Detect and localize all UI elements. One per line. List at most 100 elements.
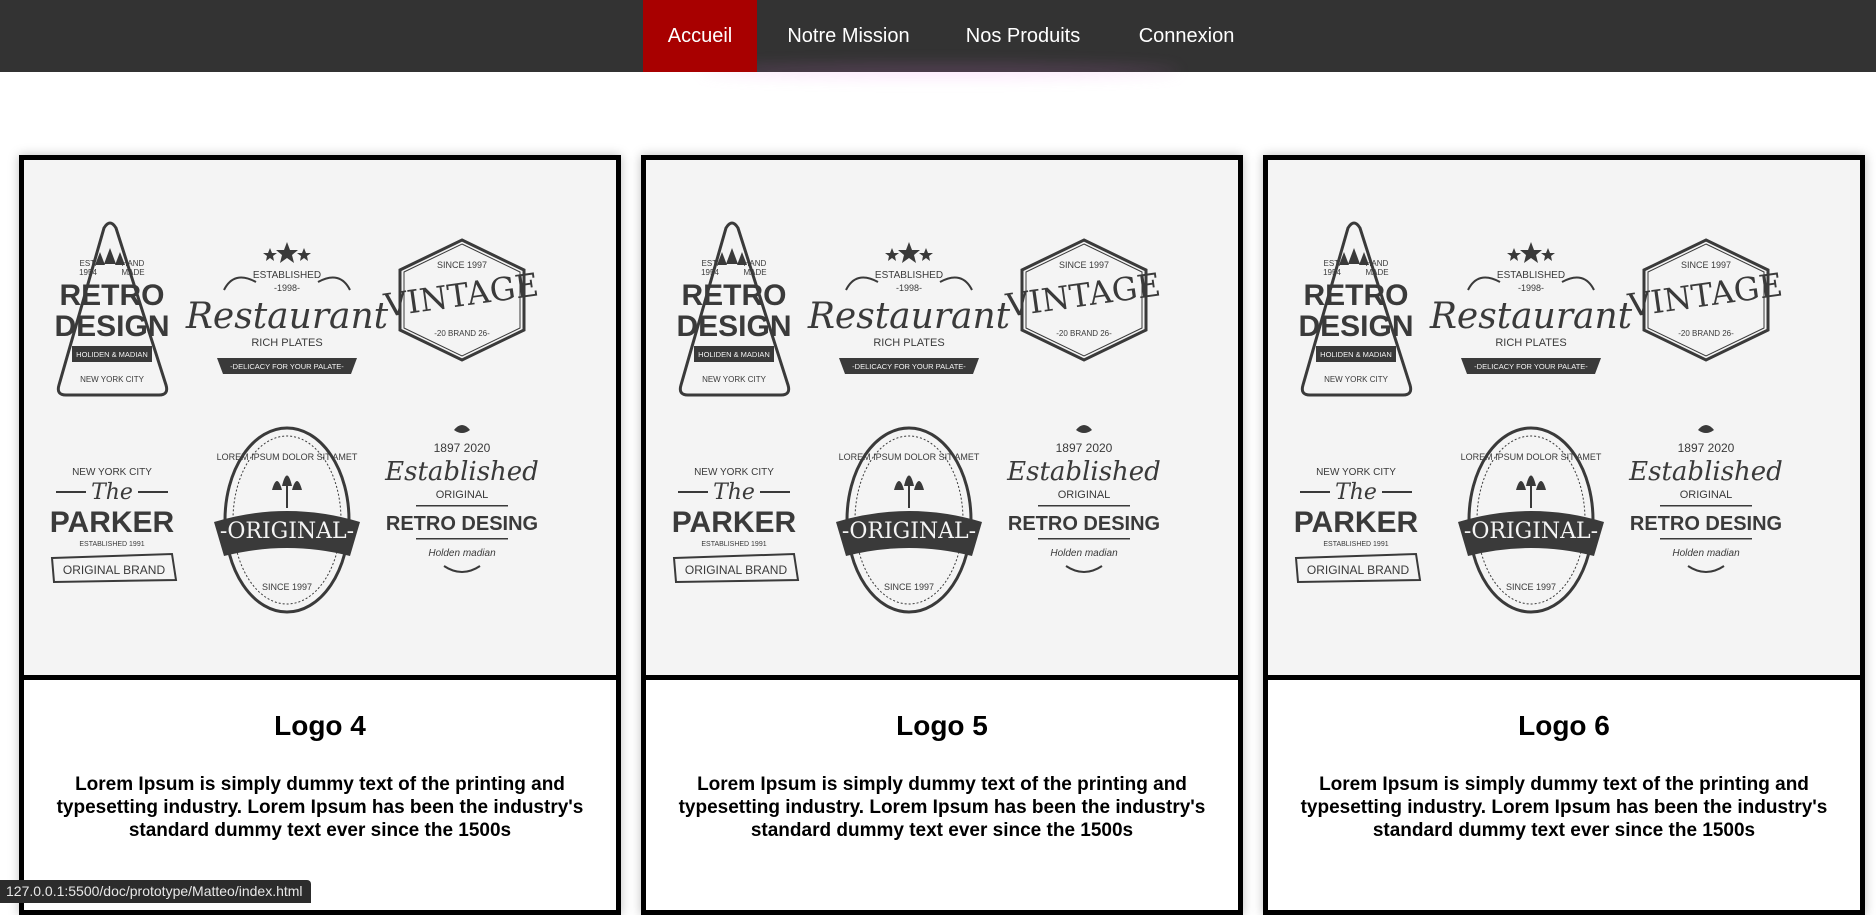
retro-line1: RETRO [1304, 279, 1409, 312]
restaurant-sub: RICH PLATES [873, 337, 944, 349]
product-card[interactable]: EST. 1954 HAND MADE RETRO DESIGN HOLIDEN… [641, 155, 1243, 915]
established-footer: Holden madian [1050, 548, 1118, 559]
restaurant-name: Restaurant [185, 296, 389, 337]
established-years: 1897 2020 [1056, 441, 1113, 455]
established-footer: Holden madian [428, 548, 496, 559]
status-bar-url: 127.0.0.1:5500/doc/prototype/Matteo/inde… [0, 880, 311, 903]
card-description: Lorem Ipsum is simply dummy text of the … [678, 774, 1206, 841]
retro-ribbon: HOLIDEN & MADIAN [698, 350, 770, 359]
product-card[interactable]: EST. 1954 HAND MADE RETRO DESIGN HOLIDEN… [19, 155, 621, 915]
restaurant-sub: RICH PLATES [251, 337, 322, 349]
parker-the: The [1335, 480, 1377, 505]
retro-est: EST. [1324, 259, 1341, 268]
original-since: SINCE 1997 [884, 582, 934, 592]
parker-ribbon: ORIGINAL BRAND [63, 563, 166, 577]
nav-item-notre-mission[interactable]: Notre Mission [757, 0, 940, 72]
product-card[interactable]: EST. 1954 HAND MADE RETRO DESIGN HOLIDEN… [1263, 155, 1865, 915]
card-image: EST. 1954 HAND MADE RETRO DESIGN HOLIDEN… [646, 160, 1238, 680]
restaurant-sub: RICH PLATES [1495, 337, 1566, 349]
nav-item-nos-produits[interactable]: Nos Produits [940, 0, 1106, 72]
established-name: RETRO DESING [1008, 513, 1160, 535]
nav-menu: Accueil Notre Mission Nos Produits Conne… [643, 0, 1267, 72]
established-original: ORIGINAL [436, 489, 489, 501]
established-original: ORIGINAL [1680, 489, 1733, 501]
established-original: ORIGINAL [1058, 489, 1111, 501]
logo-sheet-image: EST. 1954 HAND MADE RETRO DESIGN HOLIDEN… [1268, 160, 1860, 675]
vintage-sub: -20 BRAND 26- [1056, 329, 1112, 338]
restaurant-ribbon: -DELICACY FOR YOUR PALATE- [852, 362, 966, 371]
established-footer: Holden madian [1672, 548, 1740, 559]
original-ribbon: -ORIGINAL- [842, 519, 976, 544]
card-description: Lorem Ipsum is simply dummy text of the … [1300, 774, 1828, 841]
parker-city: NEW YORK CITY [694, 467, 774, 478]
nav-item-accueil[interactable]: Accueil [643, 0, 757, 72]
vintage-sub: -20 BRAND 26- [434, 329, 490, 338]
retro-year: 1954 [79, 268, 97, 277]
established-years: 1897 2020 [1678, 441, 1735, 455]
restaurant-year: -1998- [896, 283, 922, 293]
retro-city: NEW YORK CITY [1324, 375, 1389, 384]
retro-hand: HAND [122, 259, 145, 268]
restaurant-established: ESTABLISHED [253, 270, 321, 281]
parker-city: NEW YORK CITY [72, 467, 152, 478]
parker-est: ESTABLISHED 1991 [701, 541, 766, 548]
original-since: SINCE 1997 [1506, 582, 1556, 592]
retro-line1: RETRO [682, 279, 787, 312]
parker-ribbon: ORIGINAL BRAND [685, 563, 788, 577]
restaurant-established: ESTABLISHED [875, 270, 943, 281]
original-ring: LOREM IPSUM DOLOR SIT AMET [1461, 452, 1602, 462]
vintage-since: SINCE 1997 [1059, 260, 1109, 270]
retro-est: EST. [80, 259, 97, 268]
parker-est: ESTABLISHED 1991 [1323, 541, 1388, 548]
restaurant-established: ESTABLISHED [1497, 270, 1565, 281]
retro-ribbon: HOLIDEN & MADIAN [76, 350, 148, 359]
card-description: Lorem Ipsum is simply dummy text of the … [56, 774, 584, 841]
retro-hand: HAND [1366, 259, 1389, 268]
retro-city: NEW YORK CITY [702, 375, 767, 384]
card-title: Logo 4 [274, 710, 366, 741]
restaurant-year: -1998- [274, 283, 300, 293]
retro-year: 1954 [1323, 268, 1341, 277]
retro-year: 1954 [701, 268, 719, 277]
restaurant-name: Restaurant [807, 296, 1011, 337]
logo-sheet-image: EST. 1954 HAND MADE RETRO DESIGN HOLIDEN… [646, 160, 1238, 675]
retro-city: NEW YORK CITY [80, 375, 145, 384]
retro-ribbon: HOLIDEN & MADIAN [1320, 350, 1392, 359]
parker-est: ESTABLISHED 1991 [79, 541, 144, 548]
restaurant-ribbon: -DELICACY FOR YOUR PALATE- [230, 362, 344, 371]
established-script: Established [1006, 457, 1161, 487]
established-script: Established [384, 457, 539, 487]
card-image: EST. 1954 HAND MADE RETRO DESIGN HOLIDEN… [1268, 160, 1860, 680]
nav-item-connexion[interactable]: Connexion [1106, 0, 1267, 72]
original-ribbon: -ORIGINAL- [1464, 519, 1598, 544]
parker-city: NEW YORK CITY [1316, 467, 1396, 478]
vintage-since: SINCE 1997 [437, 260, 487, 270]
retro-made: MADE [121, 268, 144, 277]
restaurant-year: -1998- [1518, 283, 1544, 293]
card-image: EST. 1954 HAND MADE RETRO DESIGN HOLIDEN… [24, 160, 616, 680]
logo-sheet-image: EST. 1954 HAND MADE RETRO DESIGN HOLIDEN… [24, 160, 616, 675]
parker-the: The [713, 480, 755, 505]
vintage-sub: -20 BRAND 26- [1678, 329, 1734, 338]
established-name: RETRO DESING [386, 513, 538, 535]
parker-name: PARKER [1294, 506, 1419, 539]
original-ring: LOREM IPSUM DOLOR SIT AMET [839, 452, 980, 462]
vintage-since: SINCE 1997 [1681, 260, 1731, 270]
retro-line1: RETRO [60, 279, 165, 312]
parker-ribbon: ORIGINAL BRAND [1307, 563, 1410, 577]
retro-line2: DESIGN [54, 310, 169, 343]
retro-line2: DESIGN [676, 310, 791, 343]
parker-name: PARKER [672, 506, 797, 539]
established-name: RETRO DESING [1630, 513, 1782, 535]
retro-hand: HAND [744, 259, 767, 268]
retro-made: MADE [1365, 268, 1388, 277]
parker-name: PARKER [50, 506, 175, 539]
original-since: SINCE 1997 [262, 582, 312, 592]
retro-est: EST. [702, 259, 719, 268]
restaurant-ribbon: -DELICACY FOR YOUR PALATE- [1474, 362, 1588, 371]
retro-line2: DESIGN [1298, 310, 1413, 343]
established-years: 1897 2020 [434, 441, 491, 455]
established-script: Established [1628, 457, 1783, 487]
original-ring: LOREM IPSUM DOLOR SIT AMET [217, 452, 358, 462]
retro-made: MADE [743, 268, 766, 277]
